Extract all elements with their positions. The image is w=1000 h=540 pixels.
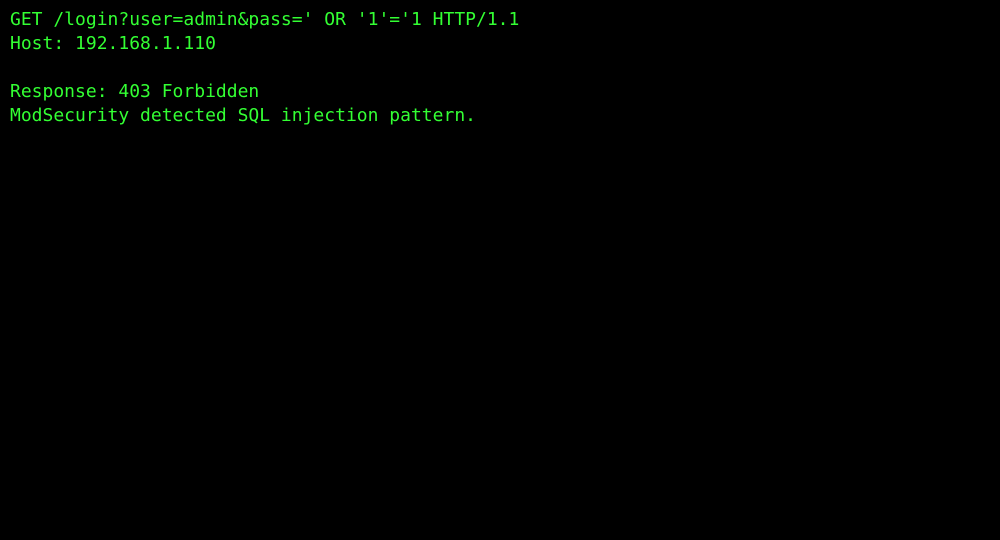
waf-message-line: ModSecurity detected SQL injection patte…: [10, 105, 476, 126]
terminal-window[interactable]: GET /login?user=admin&pass=' OR '1'='1 H…: [0, 0, 1000, 540]
http-host-line: Host: 192.168.1.110: [10, 33, 216, 54]
http-request-line: GET /login?user=admin&pass=' OR '1'='1 H…: [10, 9, 520, 30]
response-status-line: Response: 403 Forbidden: [10, 81, 260, 102]
